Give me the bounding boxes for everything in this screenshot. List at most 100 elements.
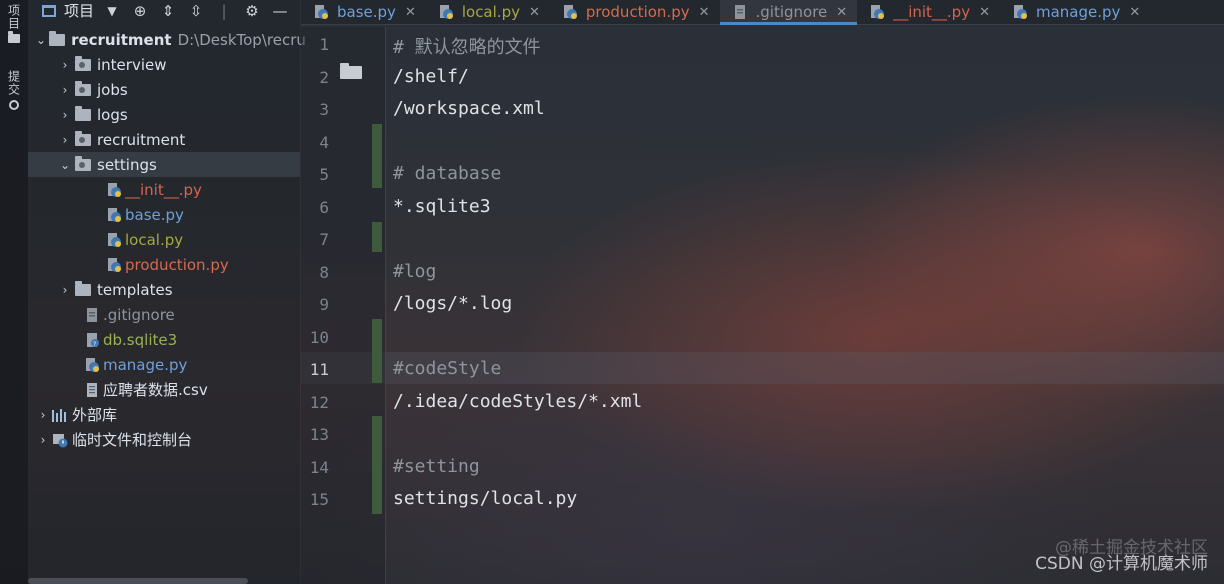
tab-base-py[interactable]: base.py ✕ <box>301 0 426 24</box>
tree-item-label: settings <box>97 155 157 174</box>
gear-icon[interactable]: ⚙ <box>242 2 262 20</box>
tree-item-settings[interactable]: ⌄ settings <box>28 152 300 177</box>
python-file-icon <box>108 232 121 247</box>
line-number: 8 <box>319 263 329 282</box>
tree-item-label: db.sqlite3 <box>103 330 178 349</box>
tab-label: base.py <box>337 3 396 21</box>
tree-item-interview[interactable]: › interview <box>28 52 300 77</box>
code-line-current[interactable]: #codeStyle <box>393 358 501 379</box>
code-line[interactable]: #log <box>393 261 436 282</box>
project-window-icon <box>42 4 56 17</box>
tab-local-py[interactable]: local.py ✕ <box>426 0 550 24</box>
tree-item-manage-py[interactable]: manage.py <box>28 352 300 377</box>
line-number: 2 <box>319 68 329 87</box>
tree-item-label: recruitment <box>97 130 186 149</box>
project-tool-label: 项目 <box>6 4 21 30</box>
chevron-right-icon[interactable]: › <box>36 408 50 422</box>
vcs-change-marker[interactable] <box>372 319 382 383</box>
tree-item-label: local.py <box>125 230 184 249</box>
python-file-icon <box>1013 5 1027 19</box>
line-number: 9 <box>319 295 329 314</box>
chevron-right-icon[interactable]: › <box>58 58 72 72</box>
folder-icon <box>49 30 66 46</box>
tree-item-label: jobs <box>97 80 128 99</box>
chevron-right-icon[interactable]: › <box>58 108 72 122</box>
tree-item-production-py[interactable]: production.py <box>28 252 300 277</box>
line-number: 10 <box>309 328 329 347</box>
vcs-change-marker[interactable] <box>372 124 382 188</box>
tree-item-recruitment-root[interactable]: ⌄ recruitment D:\DeskTop\recru <box>28 27 306 52</box>
tree-item-label: templates <box>97 280 173 299</box>
horizontal-scrollbar[interactable] <box>28 578 248 584</box>
commit-tool-tab[interactable]: 提交 <box>4 70 24 110</box>
tab-production-py[interactable]: production.py ✕ <box>550 0 720 24</box>
expand-all-icon[interactable]: ⇕ <box>158 2 178 20</box>
python-file-icon <box>871 5 885 19</box>
python-file-icon <box>439 5 453 19</box>
line-number: 12 <box>309 393 329 412</box>
chevron-down-icon[interactable]: ⌄ <box>58 158 72 172</box>
tree-item-jobs[interactable]: › jobs <box>28 77 300 102</box>
line-number: 14 <box>309 458 329 477</box>
close-icon[interactable]: ✕ <box>1129 5 1140 20</box>
vcs-change-marker[interactable] <box>372 416 382 514</box>
tree-item-base-py[interactable]: base.py <box>28 202 300 227</box>
code-line[interactable]: /logs/*.log <box>393 293 512 314</box>
close-icon[interactable]: ✕ <box>836 5 847 20</box>
code-line[interactable]: settings/local.py <box>393 488 577 509</box>
close-icon[interactable]: ✕ <box>405 5 416 20</box>
code-line[interactable]: /workspace.xml <box>393 98 545 119</box>
tab-init-py[interactable]: __init__.py ✕ <box>857 0 1000 24</box>
vcs-change-marker[interactable] <box>372 222 382 252</box>
line-number-current: 11 <box>309 360 329 379</box>
tree-item-db-sqlite3[interactable]: ? db.sqlite3 <box>28 327 300 352</box>
chevron-right-icon[interactable]: › <box>58 83 72 97</box>
code-line[interactable]: *.sqlite3 <box>393 196 491 217</box>
package-folder-icon <box>75 130 91 146</box>
folder-icon <box>8 31 20 43</box>
folder-icon <box>75 280 91 296</box>
collapse-all-icon[interactable]: ⇳ <box>186 2 206 20</box>
tree-item-label: production.py <box>125 255 229 274</box>
tree-item-local-py[interactable]: local.py <box>28 227 300 252</box>
folder-icon <box>340 63 362 79</box>
line-number: 4 <box>319 133 329 152</box>
ignore-file-icon <box>734 5 745 19</box>
commit-tool-label: 提交 <box>6 70 21 96</box>
project-view-selector[interactable]: 项目 <box>64 0 94 21</box>
line-number: 3 <box>319 100 329 119</box>
tree-item-gitignore[interactable]: .gitignore <box>28 302 300 327</box>
tab-manage-py[interactable]: manage.py ✕ <box>1000 0 1150 24</box>
tab-label: __init__.py <box>893 3 971 21</box>
close-icon[interactable]: ✕ <box>979 5 990 20</box>
close-icon[interactable]: ✕ <box>699 5 710 20</box>
tree-item-csv[interactable]: 应聘者数据.csv <box>28 377 300 402</box>
line-number: 13 <box>309 425 329 444</box>
code-line[interactable]: # database <box>393 163 501 184</box>
hide-icon[interactable]: — <box>270 2 290 20</box>
code-line[interactable]: /shelf/ <box>393 66 469 87</box>
chevron-right-icon[interactable]: › <box>58 283 72 297</box>
python-file-icon <box>108 182 121 197</box>
unknown-file-icon: ? <box>87 332 99 348</box>
code-line[interactable]: #setting <box>393 456 480 477</box>
tree-item-templates[interactable]: › templates <box>28 277 300 302</box>
chevron-right-icon[interactable]: › <box>36 433 50 447</box>
tree-item-init-py[interactable]: __init__.py <box>28 177 300 202</box>
code-line[interactable]: /.idea/codeStyles/*.xml <box>393 391 642 412</box>
tree-item-recruitment[interactable]: › recruitment <box>28 127 300 152</box>
close-icon[interactable]: ✕ <box>529 5 540 20</box>
chevron-right-icon[interactable]: › <box>58 133 72 147</box>
chevron-down-icon[interactable]: ▼ <box>102 4 122 18</box>
tree-item-logs[interactable]: › logs <box>28 102 300 127</box>
separator: | <box>221 1 227 20</box>
code-line[interactable]: # 默认忽略的文件 <box>393 33 541 59</box>
tab-gitignore[interactable]: .gitignore ✕ <box>719 0 858 25</box>
tree-item-scratches[interactable]: › 临时文件和控制台 <box>28 427 300 452</box>
tree-item-label: .gitignore <box>103 305 175 324</box>
project-tree: ⌄ recruitment D:\DeskTop\recru › intervi… <box>28 27 306 452</box>
project-tool-tab[interactable]: 项目 <box>4 4 24 43</box>
chevron-down-icon[interactable]: ⌄ <box>36 33 46 47</box>
locate-icon[interactable]: ⊕ <box>130 2 150 20</box>
tree-item-external-libraries[interactable]: › 外部库 <box>28 402 300 427</box>
